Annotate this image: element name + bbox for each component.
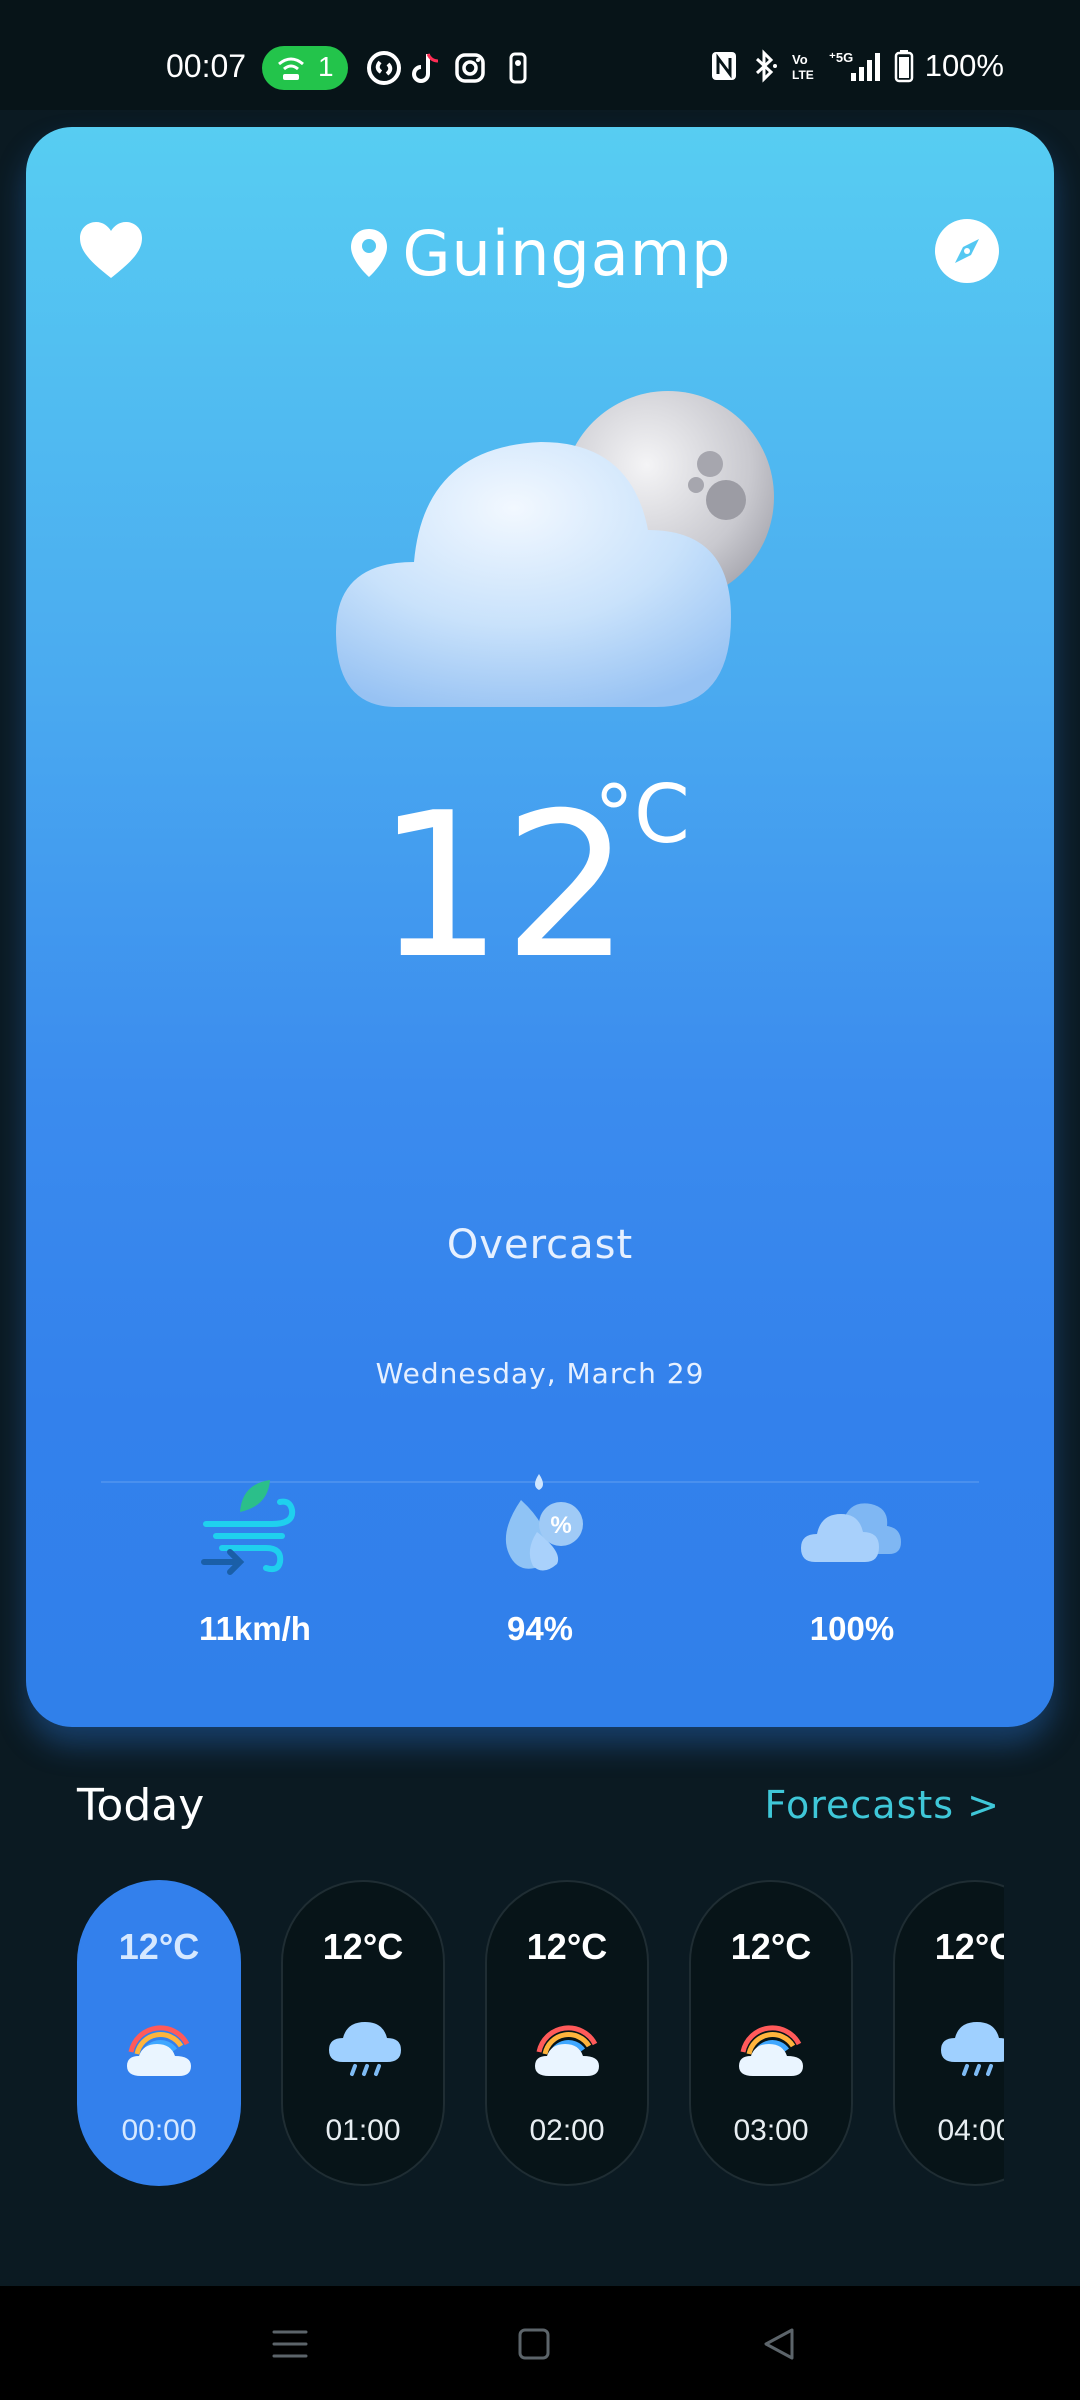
rainbow-cloud-icon xyxy=(535,2025,599,2076)
hourly-time: 04:00 xyxy=(937,2114,1004,2147)
status-time: 00:07 xyxy=(166,48,247,84)
hourly-item[interactable]: 12°C 01:00 xyxy=(281,1880,445,2186)
hourly-temp: 12°C xyxy=(934,1926,1004,1967)
wind-icon xyxy=(201,1480,296,1575)
hotspot-indicator: 1 xyxy=(262,46,348,90)
weather-condition: Overcast xyxy=(446,1222,634,1268)
hourly-item[interactable]: 12°C 02:00 xyxy=(485,1880,649,2186)
hourly-item[interactable]: 12°C 04:00 xyxy=(893,1880,1004,2186)
status-right-icons: Vo LTE ⁺5G 100% xyxy=(709,46,1004,86)
location-name: Guingamp xyxy=(402,216,732,290)
location-pin-icon xyxy=(350,229,387,277)
compass-icon xyxy=(955,239,979,263)
battery-percent: 100% xyxy=(924,48,1004,83)
hourly-time: 01:00 xyxy=(325,2114,401,2147)
hourly-temp: 12°C xyxy=(322,1926,404,1967)
current-date: Wednesday, March 29 xyxy=(375,1357,705,1390)
svg-text:⁺5G: ⁺5G xyxy=(829,50,853,65)
cloud-cover-value: 100% xyxy=(809,1610,895,1647)
hourly-temp: 12°C xyxy=(526,1926,608,1967)
current-temperature: 12 °C xyxy=(26,768,1054,1003)
forecasts-link[interactable]: Forecasts > xyxy=(764,1783,1000,1827)
home-icon[interactable] xyxy=(506,2316,562,2372)
today-heading: Today xyxy=(77,1780,205,1831)
bluetooth-icon xyxy=(755,49,777,83)
current-weather-card: Guingamp 12 °C Overcast Wednesday, March… xyxy=(26,127,1054,1727)
temperature-unit: °C xyxy=(594,768,690,861)
svg-text:%: % xyxy=(550,1512,571,1539)
wind-speed: 11km/h xyxy=(199,1610,311,1647)
humidity-icon: % xyxy=(505,1474,583,1571)
hotspot-count: 1 xyxy=(318,51,334,82)
hourly-temp: 12°C xyxy=(118,1926,200,1967)
cloud-icon xyxy=(801,1503,901,1562)
wind-stat: 11km/h xyxy=(125,1472,385,1672)
hourly-item[interactable]: 12°C 03:00 xyxy=(689,1880,853,2186)
system-nav-bar xyxy=(0,2286,1080,2400)
hourly-item[interactable]: 12°C 00:00 xyxy=(77,1880,241,2186)
shazam-icon xyxy=(367,51,401,85)
rainbow-cloud-icon xyxy=(127,2025,191,2076)
hourly-time: 03:00 xyxy=(733,2114,809,2147)
rainbow-cloud-icon xyxy=(739,2025,803,2076)
rain-cloud-icon xyxy=(329,2022,401,2076)
status-bar: 00:07 1 Vo LTE ⁺5G 100% xyxy=(0,0,1080,110)
svg-text:LTE: LTE xyxy=(792,68,814,82)
battery-icon xyxy=(894,50,913,83)
hourly-time: 02:00 xyxy=(529,2114,605,2147)
hourly-time: 00:00 xyxy=(121,2114,197,2147)
back-icon[interactable] xyxy=(752,2316,808,2372)
temperature-value: 12 xyxy=(376,770,631,1003)
compass-button[interactable] xyxy=(935,219,999,283)
5g-signal-icon: ⁺5G xyxy=(829,50,880,81)
hourly-temp: 12°C xyxy=(730,1926,812,1967)
hotspot-icon xyxy=(278,57,304,80)
nfc-icon xyxy=(711,52,736,80)
svg-text:Vo: Vo xyxy=(792,52,808,67)
recent-apps-icon[interactable] xyxy=(262,2316,318,2372)
tiktok-icon xyxy=(412,53,439,83)
hourly-forecast-list[interactable]: 12°C 00:00 12°C 01:00 12°C 02:00 12°C 03… xyxy=(77,1880,1004,2186)
volte-icon: Vo LTE xyxy=(792,52,814,82)
instagram-icon xyxy=(455,53,485,83)
rain-cloud-icon xyxy=(941,2022,1004,2076)
app-screen: 00:07 1 Vo LTE ⁺5G 100% Guingamp 12 °C O… xyxy=(0,0,1080,2400)
location-header[interactable]: Guingamp xyxy=(26,213,1054,293)
humidity-stat: % 94% xyxy=(410,1472,670,1672)
cloud-cover-stat: 100% xyxy=(722,1472,982,1672)
cloud-moon-icon xyxy=(336,391,774,707)
nba-icon xyxy=(509,52,527,84)
humidity-value: 94% xyxy=(506,1610,574,1647)
